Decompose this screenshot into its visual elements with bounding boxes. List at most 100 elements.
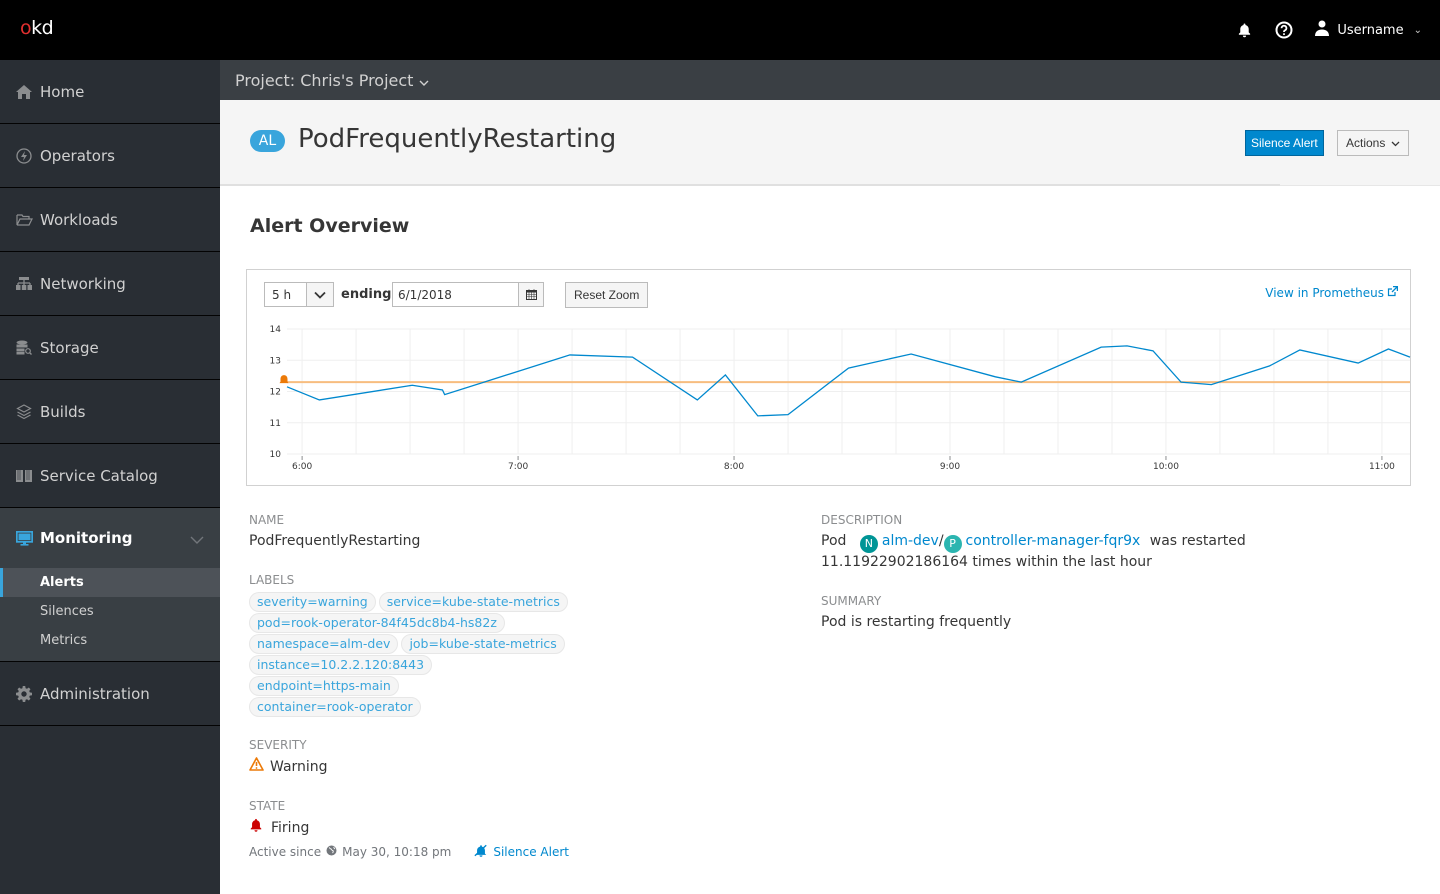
active-since-label: Active since xyxy=(249,845,322,859)
sidebar-item-label: Networking xyxy=(40,274,126,293)
description-value: Pod Nalm-dev/Pcontroller-manager-fqr9x w… xyxy=(821,532,1381,572)
y-tick-label: 12 xyxy=(270,388,281,398)
chevron-down-icon: ⌄ xyxy=(1413,24,1422,36)
sidebar-item-service-catalog[interactable]: Service Catalog xyxy=(0,444,220,508)
x-tick-label: 7:00 xyxy=(508,462,528,472)
warning-triangle-icon xyxy=(249,757,264,777)
sidebar-item-label: Operators xyxy=(40,146,115,165)
x-tick-label: 11:00 xyxy=(1369,462,1395,472)
okd-logo[interactable]: okd xyxy=(20,17,54,39)
summary-value: Pod is restarting frequently xyxy=(821,613,1012,630)
name-value: PodFrequentlyRestarting xyxy=(249,533,421,549)
project-label: Project: Chris's Project xyxy=(235,70,414,90)
gear-icon xyxy=(15,685,33,703)
namespace-badge: N xyxy=(859,534,878,553)
silence-alert-link[interactable]: Silence Alert xyxy=(474,844,569,860)
page-header: AL PodFrequentlyRestarting Silence Alert… xyxy=(220,100,1440,186)
label-chip[interactable]: namespace=alm-dev xyxy=(249,634,399,654)
state-text: Firing xyxy=(271,819,310,836)
sidebar-item-administration[interactable]: Administration xyxy=(0,662,220,726)
sidebar-subitem-silences[interactable]: Silences xyxy=(0,597,220,626)
graph-card: 5 h ending Reset Zoom View in Prometheus… xyxy=(246,269,1411,486)
sidebar-subitem-metrics[interactable]: Metrics xyxy=(0,626,220,655)
user-menu[interactable]: Username ⌄ xyxy=(1315,20,1422,40)
labels-label: Labels xyxy=(249,573,295,587)
sidebar-item-monitoring[interactable]: Monitoring xyxy=(0,508,220,568)
separator: / xyxy=(938,533,944,549)
sidebar-item-label: Administration xyxy=(40,684,150,703)
active-since-value: May 30, 10:18 pm xyxy=(342,845,452,859)
sidebar: Home Operators Workloads Networking Stor… xyxy=(0,60,220,894)
label-chip[interactable]: instance=10.2.2.120:8443 xyxy=(249,655,433,675)
label-chip[interactable]: severity=warning xyxy=(249,592,376,612)
sidebar-item-networking[interactable]: Networking xyxy=(0,252,220,316)
sidebar-item-operators[interactable]: Operators xyxy=(0,124,220,188)
sidebar-item-label: Workloads xyxy=(40,210,118,229)
y-tick-label: 14 xyxy=(270,325,282,335)
severity-label: Severity xyxy=(249,738,307,752)
state-value: Firing xyxy=(249,818,809,838)
label-chip[interactable]: job=kube-state-metrics xyxy=(401,634,565,654)
sidebar-subitem-alerts[interactable]: Alerts xyxy=(0,568,220,597)
pod-link[interactable]: controller-manager-fqr9x xyxy=(966,533,1141,549)
x-tick-label: 6:00 xyxy=(292,462,312,472)
actions-button[interactable]: Actions xyxy=(1337,130,1410,156)
actions-label: Actions xyxy=(1346,136,1386,150)
threshold-bell-icon xyxy=(279,375,289,384)
monitoring-subnav: Alerts Silences Metrics xyxy=(0,568,220,662)
sidebar-item-label: Monitoring xyxy=(40,529,133,547)
sidebar-item-home[interactable]: Home xyxy=(0,60,220,124)
sidebar-item-workloads[interactable]: Workloads xyxy=(0,188,220,252)
summary-label: Summary xyxy=(821,593,882,608)
project-selector[interactable]: Project: Chris's Project xyxy=(220,60,1440,100)
description-prefix: Pod xyxy=(821,533,847,549)
silence-link-label: Silence Alert xyxy=(493,845,569,859)
x-tick-label: 10:00 xyxy=(1153,462,1179,472)
chevron-down-icon xyxy=(419,71,429,90)
series-line xyxy=(286,345,1411,417)
sitemap-icon xyxy=(15,275,33,293)
header-divider xyxy=(220,184,1280,186)
sidebar-item-storage[interactable]: Storage xyxy=(0,316,220,380)
sidebar-item-label: Service Catalog xyxy=(40,466,158,485)
layers-icon xyxy=(15,403,33,421)
alert-graph[interactable]: 10 11 12 13 14 6:00 7:00 8:00 9:00 10:00 11:00 xyxy=(247,270,1412,487)
severity-value: Warning xyxy=(249,757,809,777)
pod-badge: P xyxy=(943,534,962,553)
state-label: State xyxy=(249,799,286,813)
details-right: Description Pod Nalm-dev/Pcontroller-man… xyxy=(821,513,1381,654)
label-chip[interactable]: endpoint=https-main xyxy=(249,676,399,696)
bell-icon xyxy=(249,818,263,838)
monitor-icon xyxy=(15,529,33,547)
globe-icon xyxy=(326,845,337,859)
bell-slash-icon xyxy=(474,844,488,860)
bolt-icon xyxy=(15,147,33,165)
severity-text: Warning xyxy=(270,758,328,775)
page-title: PodFrequentlyRestarting xyxy=(298,124,617,154)
help-icon[interactable] xyxy=(1275,21,1293,39)
user-icon xyxy=(1315,20,1330,40)
book-icon xyxy=(15,467,33,485)
description-label: Description xyxy=(821,513,903,527)
description-suffix: was restarted xyxy=(1149,533,1246,549)
label-chip[interactable]: container=rook-operator xyxy=(249,697,421,717)
masthead: okd Username ⌄ xyxy=(0,0,1440,60)
label-chip[interactable]: pod=rook-operator-84f45dc8b4-hs82z xyxy=(249,613,505,633)
x-tick-label: 9:00 xyxy=(940,462,960,472)
label-chip[interactable]: service=kube-state-metrics xyxy=(378,592,568,612)
description-line2: 11.11922902186164 times within the last … xyxy=(821,553,1152,570)
namespace-link[interactable]: alm-dev xyxy=(882,533,939,549)
bell-icon[interactable] xyxy=(1235,21,1253,39)
sidebar-item-builds[interactable]: Builds xyxy=(0,380,220,444)
sidebar-item-label: Home xyxy=(40,82,85,101)
folder-open-icon xyxy=(15,211,33,229)
y-tick-label: 13 xyxy=(270,356,281,366)
details-left: Name PodFrequentlyRestarting Labels seve… xyxy=(249,513,809,860)
resource-badge: AL xyxy=(250,130,285,152)
username: Username xyxy=(1337,22,1404,38)
sidebar-item-label: Builds xyxy=(40,402,86,421)
silence-alert-button[interactable]: Silence Alert xyxy=(1245,130,1324,156)
sidebar-item-label: Storage xyxy=(40,338,99,357)
name-label: Name xyxy=(249,513,285,527)
y-tick-label: 10 xyxy=(270,450,282,460)
